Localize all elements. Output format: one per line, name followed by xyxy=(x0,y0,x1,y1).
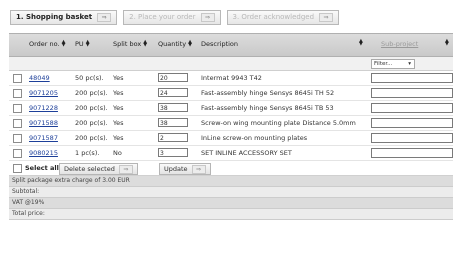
quantity-input[interactable]: 38 xyxy=(158,103,188,112)
step-order-acknowledged[interactable]: 3. Order acknowledged ⇒ xyxy=(226,10,340,25)
quantity-input[interactable]: 2 xyxy=(158,133,188,142)
select-all-label[interactable]: Select all xyxy=(25,164,59,172)
table-row: 9071587 200 pc(s). Yes 2 InLine screw-on… xyxy=(9,131,453,146)
sort-icon[interactable]: ▲ ▼ xyxy=(359,39,363,47)
column-order-no[interactable]: Order no. ▲ ▼ xyxy=(29,40,66,49)
step-label: 1. Shopping basket xyxy=(16,13,93,21)
order-number-link[interactable]: 9071205 xyxy=(29,89,58,97)
arrow-right-icon: ⇒ xyxy=(97,13,112,22)
table-actions: Select all Delete selected ⇒ Update ⇒ xyxy=(9,161,453,176)
order-number-link[interactable]: 9071587 xyxy=(29,134,58,142)
table-row: 48049 50 pc(s). Yes 20 Intermat 9943 T42 xyxy=(9,71,453,86)
filter-label: Filter... xyxy=(374,61,393,67)
table-row: 9071205 200 pc(s). Yes 24 Fast-assembly … xyxy=(9,86,453,101)
split-box-value: Yes xyxy=(113,74,124,82)
column-label: Order no. xyxy=(29,40,60,48)
update-button[interactable]: Update ⇒ xyxy=(159,163,211,175)
sort-icon[interactable]: ▲ ▼ xyxy=(62,40,66,48)
row-checkbox[interactable] xyxy=(13,119,22,128)
order-number-link[interactable]: 9071588 xyxy=(29,119,58,127)
quantity-input[interactable]: 3 xyxy=(158,148,188,157)
arrow-right-icon: ⇒ xyxy=(191,164,206,174)
order-number-link[interactable]: 9080215 xyxy=(29,149,58,157)
step-label: 2. Place your order xyxy=(129,13,196,21)
column-sub-project[interactable]: Sub-project xyxy=(381,40,418,48)
subtotal-row: Subtotal: xyxy=(9,187,453,198)
split-box-value: No xyxy=(113,149,122,157)
sub-project-sort[interactable]: ▲ ▼ xyxy=(445,39,449,47)
pu-value: 200 pc(s). xyxy=(75,104,108,112)
sub-project-filter[interactable]: Filter... ▾ xyxy=(371,59,415,69)
column-pu[interactable]: PU ▲ ▼ xyxy=(75,40,90,49)
pu-value: 200 pc(s). xyxy=(75,119,108,127)
row-checkbox[interactable] xyxy=(13,89,22,98)
sort-icon[interactable]: ▲ ▼ xyxy=(445,39,449,47)
sub-project-input[interactable] xyxy=(371,148,453,158)
pu-value: 200 pc(s). xyxy=(75,89,108,97)
delete-selected-button[interactable]: Delete selected ⇒ xyxy=(59,163,138,175)
column-description[interactable]: Description xyxy=(201,40,238,48)
row-checkbox[interactable] xyxy=(13,134,22,143)
split-box-value: Yes xyxy=(113,134,124,142)
split-charge-note: Split package extra charge of 3.00 EUR xyxy=(9,176,453,187)
step-label: 3. Order acknowledged xyxy=(232,13,315,21)
vat-row: VAT @19% xyxy=(9,198,453,209)
description-value: SET INLINE ACCESSORY SET xyxy=(201,149,292,157)
button-label: Delete selected xyxy=(64,165,115,173)
table-row: 9071588 200 pc(s). Yes 38 Screw-on wing … xyxy=(9,116,453,131)
quantity-input[interactable]: 38 xyxy=(158,118,188,127)
sort-icon[interactable]: ▲ ▼ xyxy=(188,40,192,48)
column-label: Description xyxy=(201,40,239,48)
step-place-order[interactable]: 2. Place your order ⇒ xyxy=(123,10,221,25)
checkout-steps: 1. Shopping basket ⇒ 2. Place your order… xyxy=(10,10,340,25)
total-price-row: Total price: xyxy=(9,209,453,220)
pu-value: 50 pc(s). xyxy=(75,74,104,82)
basket-table: Order no. ▲ ▼ PU ▲ ▼ Split box ▲ ▼ Quantity… xyxy=(9,33,453,220)
split-box-value: Yes xyxy=(113,104,124,112)
sub-project-input[interactable] xyxy=(371,103,453,113)
quantity-input[interactable]: 24 xyxy=(158,88,188,97)
arrow-right-icon: ⇒ xyxy=(319,13,334,22)
row-checkbox[interactable] xyxy=(13,149,22,158)
column-label: PU xyxy=(75,40,84,48)
table-header: Order no. ▲ ▼ PU ▲ ▼ Split box ▲ ▼ Quantity… xyxy=(9,33,453,57)
sub-project-input[interactable] xyxy=(371,73,453,83)
description-value: Screw-on wing mounting plate Distance 5.… xyxy=(201,119,356,127)
description-value: Intermat 9943 T42 xyxy=(201,74,262,82)
quantity-input[interactable]: 20 xyxy=(158,73,188,82)
button-label: Update xyxy=(164,165,188,173)
column-label: Sub-project xyxy=(381,40,419,48)
description-value: InLine screw-on mounting plates xyxy=(201,134,308,142)
arrow-right-icon: ⇒ xyxy=(200,13,215,22)
sub-project-input[interactable] xyxy=(371,88,453,98)
table-row: 9071228 200 pc(s). Yes 38 Fast-assembly … xyxy=(9,101,453,116)
column-label: Split box xyxy=(113,40,142,48)
sub-project-input[interactable] xyxy=(371,118,453,128)
filter-row: Filter... ▾ xyxy=(9,57,453,71)
sort-icon[interactable]: ▲ ▼ xyxy=(143,40,147,48)
column-split-box[interactable]: Split box ▲ ▼ xyxy=(113,40,147,49)
dropdown-arrow-icon: ▾ xyxy=(408,61,411,67)
column-quantity[interactable]: Quantity ▲ ▼ xyxy=(158,40,192,49)
row-checkbox[interactable] xyxy=(13,74,22,83)
row-checkbox[interactable] xyxy=(13,104,22,113)
sub-project-input[interactable] xyxy=(371,133,453,143)
step-shopping-basket[interactable]: 1. Shopping basket ⇒ xyxy=(10,10,118,25)
sort-icon[interactable]: ▲ ▼ xyxy=(86,40,90,48)
order-number-link[interactable]: 9071228 xyxy=(29,104,58,112)
split-box-value: Yes xyxy=(113,119,124,127)
order-number-link[interactable]: 48049 xyxy=(29,74,50,82)
pu-value: 200 pc(s). xyxy=(75,134,108,142)
description-sort[interactable]: ▲ ▼ xyxy=(359,39,363,47)
select-all-checkbox[interactable] xyxy=(13,164,22,173)
table-row: 9080215 1 pc(s). No 3 SET INLINE ACCESSO… xyxy=(9,146,453,161)
arrow-right-icon: ⇒ xyxy=(118,164,133,174)
description-value: Fast-assembly hinge Sensys 8645i TH 52 xyxy=(201,89,335,97)
pu-value: 1 pc(s). xyxy=(75,149,100,157)
column-label: Quantity xyxy=(158,40,187,48)
description-value: Fast-assembly hinge Sensys 8645i TB 53 xyxy=(201,104,334,112)
shopping-basket-page: 1. Shopping basket ⇒ 2. Place your order… xyxy=(0,0,453,267)
split-box-value: Yes xyxy=(113,89,124,97)
